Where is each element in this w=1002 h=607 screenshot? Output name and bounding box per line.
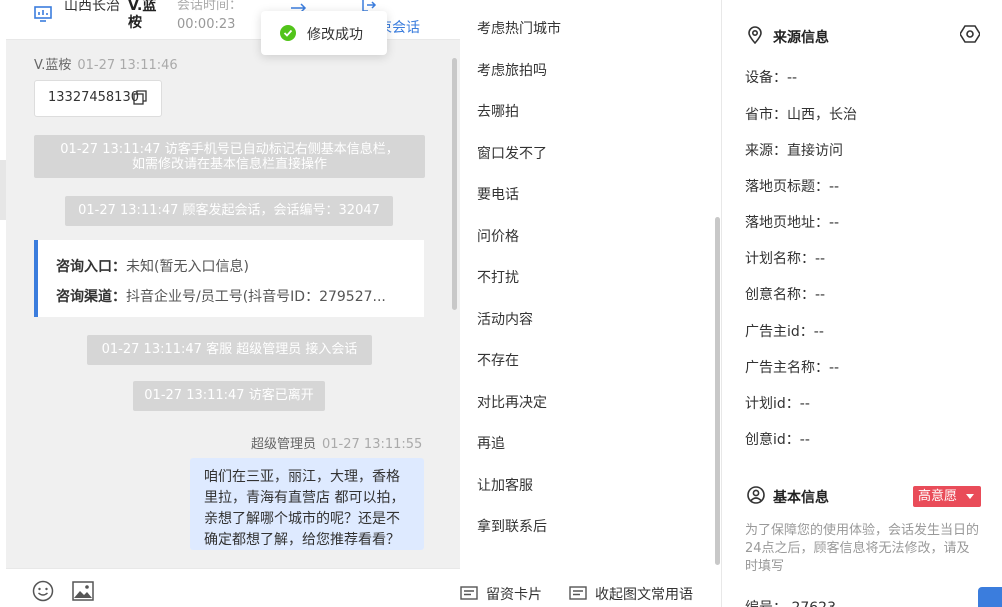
source-field: 省市：山西，长治 [745,107,857,123]
image-icon[interactable] [72,581,94,601]
edit-notice: 为了保障您的使用体验，会话发生当日的24点之后，顾客信息将无法修改，请及时填写 [745,523,980,574]
phrases-scrollbar[interactable] [715,217,720,565]
chat-header: 山西长治 V.蓝桉 会话时间： 00:00:23 束会话 [6,0,460,40]
system-message-line: 如需修改请在基本信息栏直接操作 [131,157,327,172]
collapse-phrases-label: 收起图文常用语 [595,587,693,603]
phrases-toolbar: 留资卡片 收起图文常用语 [460,570,722,607]
phrase-item[interactable]: 考虑旅拍吗 [477,60,547,80]
source-field: 来源：直接访问 [745,143,843,159]
toast-text: 修改成功 [307,27,363,43]
source-field: 落地页地址：-- [745,215,840,231]
phrase-item[interactable]: 拿到联系后 [477,516,547,536]
chat-scrollbar[interactable] [452,58,457,310]
chat-panel: 山西长治 V.蓝桉 会话时间： 00:00:23 束会话 修改成功 V.蓝桉 01… [6,0,460,607]
phrase-item[interactable]: 对比再决定 [477,392,547,412]
phrase-item[interactable]: 让加客服 [477,475,533,495]
user-circle-icon [747,486,765,504]
card-icon [460,586,478,600]
lead-card-label: 留资卡片 [486,587,542,603]
phone-message: 13327458130 [34,80,162,117]
source-field: 落地页标题：-- [745,179,840,195]
source-info-title-text: 来源信息 [773,30,829,46]
caret-down-icon [966,494,974,499]
intent-badge-label: 高意愿 [918,489,958,504]
monitor-icon [34,6,52,22]
channel-label: 咨询渠道： [56,289,126,305]
phrase-item[interactable]: 再追 [477,433,505,453]
session-time: 00:00:23 [177,17,236,32]
entry-label: 咨询入口： [56,259,126,275]
visitor-region: 山西长治 [64,0,120,14]
toast-message: 修改成功 [261,11,387,55]
agent-message-meta: 超级管理员 01-27 13:11:55 [251,433,422,452]
source-field: 创意名称：-- [745,287,826,303]
phrase-item[interactable]: 窗口发不了 [477,143,547,163]
channel-value: 抖音企业号/员工号(抖音号ID：279527... [126,289,386,305]
collapse-phrases-button[interactable]: 收起图文常用语 [569,584,693,604]
phrase-item[interactable]: 不存在 [477,350,519,370]
session-time-label: 会话时间： [177,0,243,13]
source-field: 创意id：-- [745,432,810,448]
agent-message-bubble: 咱们在三亚，丽江，大理，香格里拉，青海有直营店 都可以拍，亲想了解哪个城市的呢？… [190,458,424,550]
phrase-item[interactable]: 不打扰 [477,267,519,287]
visitor-message-time: 01-27 13:11:46 [77,58,178,73]
common-phrases-panel: 考虑热门城市 考虑旅拍吗 去哪拍 窗口发不了 要电话 问价格 不打扰 活动内容 … [460,0,722,607]
phrase-item[interactable]: 考虑热门城市 [477,18,561,38]
chat-toolbar [6,568,460,607]
intent-badge-dropdown[interactable]: 高意愿 [913,486,981,507]
system-message-visitor-left: 01-27 13:11:47 访客已离开 [133,381,325,411]
visitor-info-panel: 来源信息 设备：-- 省市：山西，长治 来源：直接访问 落地页标题：-- 落地页… [723,0,1002,607]
entry-value: 未知(暂无入口信息) [126,259,249,275]
collapse-icon [569,586,587,600]
phrase-item[interactable]: 问价格 [477,226,519,246]
source-field: 计划名称：-- [745,251,826,267]
phrase-item[interactable]: 要电话 [477,184,519,204]
settings-icon[interactable] [960,24,980,44]
system-message-phone-recorded: 01-27 13:11:47 访客手机号已自动标记右侧基本信息栏， 如需修改请在… [34,135,425,178]
entry-row: 咨询入口：未知(暂无入口信息) [56,256,416,276]
floating-action-button[interactable] [978,587,1002,607]
lead-card-button[interactable]: 留资卡片 [460,584,542,604]
agent-message-text: 咱们在三亚，丽江，大理，香格里拉，青海有直营店 都可以拍，亲想了解哪个城市的呢？… [204,469,405,548]
visitor-name: V.蓝桉 [128,0,157,31]
phone-number: 13327458130 [48,90,139,105]
customer-id-field: 编号： 27623 [745,597,836,607]
agent-message-name: 超级管理员 [251,437,317,452]
system-message-line: 01-27 13:11:47 访客手机号已自动标记右侧基本信息栏， [60,142,399,157]
agent-message-time: 01-27 13:11:55 [322,437,423,452]
system-message-session-start: 01-27 13:11:47 顾客发起会话，会话编号：32047 [65,196,393,226]
visitor-message-name: V.蓝桉 [34,58,72,73]
entry-info-card: 咨询入口：未知(暂无入口信息) 咨询渠道：抖音企业号/员工号(抖音号ID：279… [34,240,424,317]
source-field: 广告主名称：-- [745,360,840,376]
source-field: 计划id：-- [745,396,810,412]
channel-row: 咨询渠道：抖音企业号/员工号(抖音号ID：279527... [56,286,416,306]
emoji-icon[interactable] [32,580,54,602]
basic-info-title-text: 基本信息 [773,490,829,506]
copy-icon[interactable] [133,90,147,105]
source-field: 广告主id：-- [745,324,824,340]
source-field: 设备：-- [745,70,798,86]
system-message-agent-join: 01-27 13:11:47 客服 超级管理员 接入会话 [87,335,372,365]
phrase-item[interactable]: 去哪拍 [477,101,519,121]
visitor-message-meta: V.蓝桉 01-27 13:11:46 [34,54,178,73]
location-pin-icon [748,26,762,44]
phrase-item[interactable]: 活动内容 [477,309,533,329]
success-check-icon [280,25,296,41]
